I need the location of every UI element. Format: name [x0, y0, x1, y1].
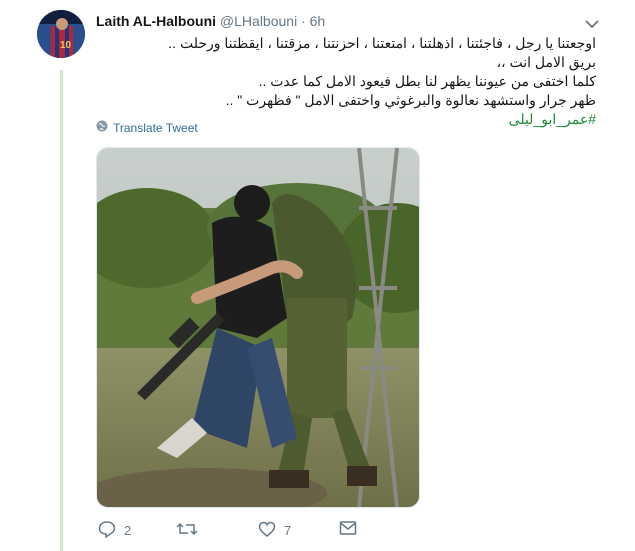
retweet-button[interactable]: [176, 520, 206, 541]
hashtag-link[interactable]: #عمر_ابو_ليلى: [509, 111, 596, 127]
like-button[interactable]: 7: [258, 520, 291, 541]
retweet-icon: [176, 520, 198, 541]
tweet-actions: 2 7: [96, 520, 396, 542]
author-name[interactable]: Laith AL-Halbouni: [96, 13, 216, 29]
tweet-text: اوجعتنا يا رجل ، فاجئتنا ، اذهلتنا ، امت…: [96, 34, 596, 129]
author-handle[interactable]: @LHalbouni: [220, 13, 297, 29]
like-count: 7: [284, 523, 292, 538]
tweet-photo[interactable]: [96, 147, 420, 508]
tweet-line: كلما اختفى من عيوننا يظهر لنا بطل فيعود …: [258, 73, 596, 89]
header-separator: ·: [301, 13, 306, 29]
chevron-down-icon[interactable]: [585, 16, 599, 29]
tweet-line: اوجعتنا يا رجل ، فاجئتنا ، اذهلتنا ، امت…: [168, 35, 596, 51]
svg-text:10: 10: [60, 40, 72, 51]
tweet-timestamp[interactable]: 6h: [310, 13, 326, 29]
direct-message-icon: [339, 520, 357, 539]
tweet-line: بريق الامل انت ،،: [496, 54, 596, 70]
reply-button[interactable]: 2: [98, 520, 131, 541]
heart-icon: [258, 520, 276, 541]
reply-icon: [98, 520, 116, 541]
translate-label: Translate Tweet: [113, 120, 198, 135]
translate-tweet-link[interactable]: Translate Tweet: [96, 120, 198, 135]
direct-message-button[interactable]: [339, 520, 357, 539]
globe-icon: [96, 120, 108, 135]
avatar[interactable]: 10: [37, 10, 85, 58]
tweet-line: ظهر جرار واستشهد نعالوة والبرغوثي واختفى…: [225, 92, 596, 108]
photo-image: [97, 148, 419, 507]
tweet-header: Laith AL-Halbouni @LHalbouni · 6h: [96, 13, 325, 29]
thread-connector-line: [60, 70, 63, 551]
reply-count: 2: [124, 523, 132, 538]
avatar-image: 10: [37, 10, 85, 58]
